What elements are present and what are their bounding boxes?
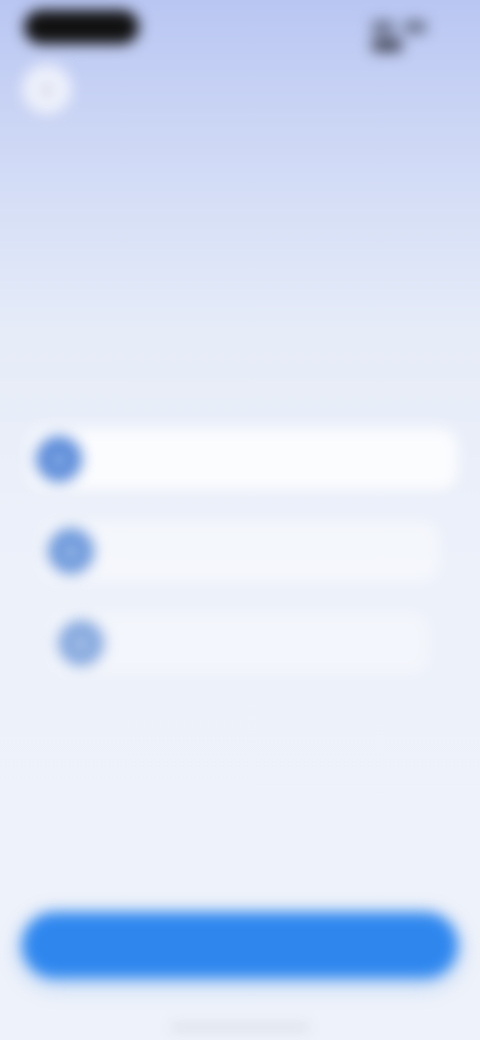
app-screen: ‹ ● ● ● [0,0,480,1040]
signal-icon [372,21,394,33]
step-item-1[interactable]: ● [28,428,458,490]
step-icon: ● [36,436,82,482]
back-button[interactable]: ‹ [22,64,72,114]
home-indicator [170,1025,310,1030]
primary-button[interactable] [22,912,458,978]
step-icon: ● [48,528,94,574]
step-item-3[interactable]: ● [50,612,430,674]
wifi-icon [404,21,427,33]
status-bar [24,10,456,52]
battery-icon [372,38,402,52]
status-time-pill [24,10,139,44]
chevron-left-icon: ‹ [43,76,51,101]
step-icon: ● [58,620,104,666]
step-item-2[interactable]: ● [40,520,440,582]
status-icons [366,20,456,52]
